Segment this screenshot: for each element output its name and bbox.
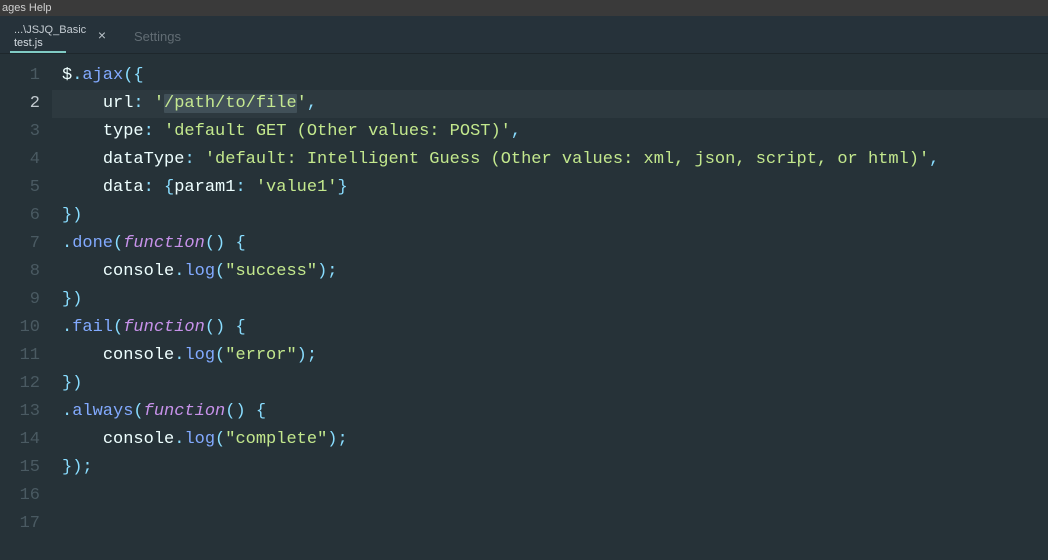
tab-testjs[interactable]: ...\JSJQ_Basic test.js ×: [0, 16, 120, 53]
line-number: 15: [0, 454, 52, 482]
selection: /path/to/file: [164, 94, 297, 113]
line-number: 1: [0, 62, 52, 90]
line-number: 16: [0, 482, 52, 510]
code-line: .done(function() {: [52, 230, 1048, 258]
line-number: 4: [0, 146, 52, 174]
line-number: 11: [0, 342, 52, 370]
line-number: 14: [0, 426, 52, 454]
code-line: dataType: 'default: Intelligent Guess (O…: [52, 146, 1048, 174]
code-line: [52, 510, 1048, 538]
line-number: 12: [0, 370, 52, 398]
code-line: data: {param1: 'value1'}: [52, 174, 1048, 202]
code-line: [52, 482, 1048, 510]
line-number: 9: [0, 286, 52, 314]
tab-label: Settings: [134, 29, 181, 44]
line-gutter: 1234567891011121314151617: [0, 54, 52, 560]
close-icon[interactable]: ×: [98, 27, 106, 43]
line-number: 10: [0, 314, 52, 342]
line-number: 7: [0, 230, 52, 258]
line-number: 5: [0, 174, 52, 202]
code-line: console.log("complete");: [52, 426, 1048, 454]
line-number: 3: [0, 118, 52, 146]
tab-filename: test.js: [14, 37, 106, 49]
code-line: }): [52, 370, 1048, 398]
code-line: }): [52, 286, 1048, 314]
tab-path: ...\JSJQ_Basic: [14, 24, 106, 36]
line-number: 8: [0, 258, 52, 286]
line-number: 6: [0, 202, 52, 230]
code-line: $.ajax({: [52, 62, 1048, 90]
code-line: url: '/path/to/file',: [52, 90, 1048, 118]
code-line: .always(function() {: [52, 398, 1048, 426]
line-number: 13: [0, 398, 52, 426]
code-line: console.log("error");: [52, 342, 1048, 370]
code-line: }): [52, 202, 1048, 230]
code-editor[interactable]: 1234567891011121314151617 $.ajax({ url: …: [0, 54, 1048, 560]
menubar[interactable]: ages Help: [0, 0, 1048, 16]
tab-settings[interactable]: Settings: [120, 16, 195, 53]
code-line: console.log("success");: [52, 258, 1048, 286]
code-line: });: [52, 454, 1048, 482]
code-line: .fail(function() {: [52, 314, 1048, 342]
code-line: type: 'default GET (Other values: POST)'…: [52, 118, 1048, 146]
line-number: 2: [0, 90, 52, 118]
menubar-text: ages Help: [2, 2, 52, 14]
line-number: 17: [0, 510, 52, 538]
code-area[interactable]: $.ajax({ url: '/path/to/file', type: 'de…: [52, 54, 1048, 560]
tab-bar: ...\JSJQ_Basic test.js × Settings: [0, 16, 1048, 54]
